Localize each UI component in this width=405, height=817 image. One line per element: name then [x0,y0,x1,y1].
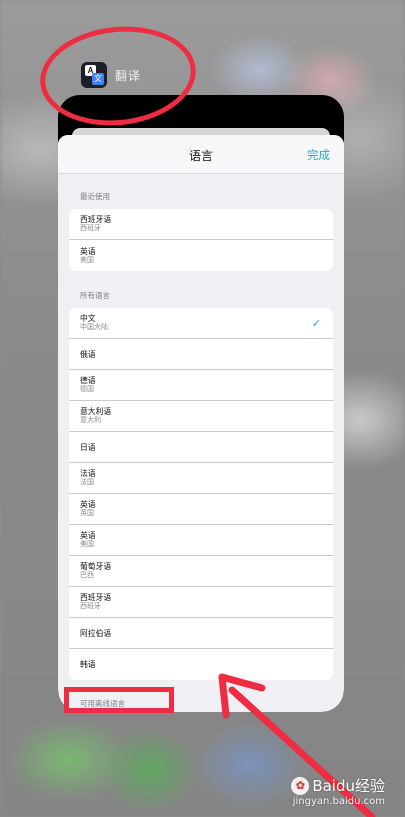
watermark: ✿ Baidu经验 jingyan.baidu.com [291,775,385,807]
watermark-url: jingyan.baidu.com [292,796,385,807]
paw-icon: ✿ [291,776,310,795]
annotation-arrow [218,673,376,817]
watermark-brand: Baidu经验 [312,777,385,795]
